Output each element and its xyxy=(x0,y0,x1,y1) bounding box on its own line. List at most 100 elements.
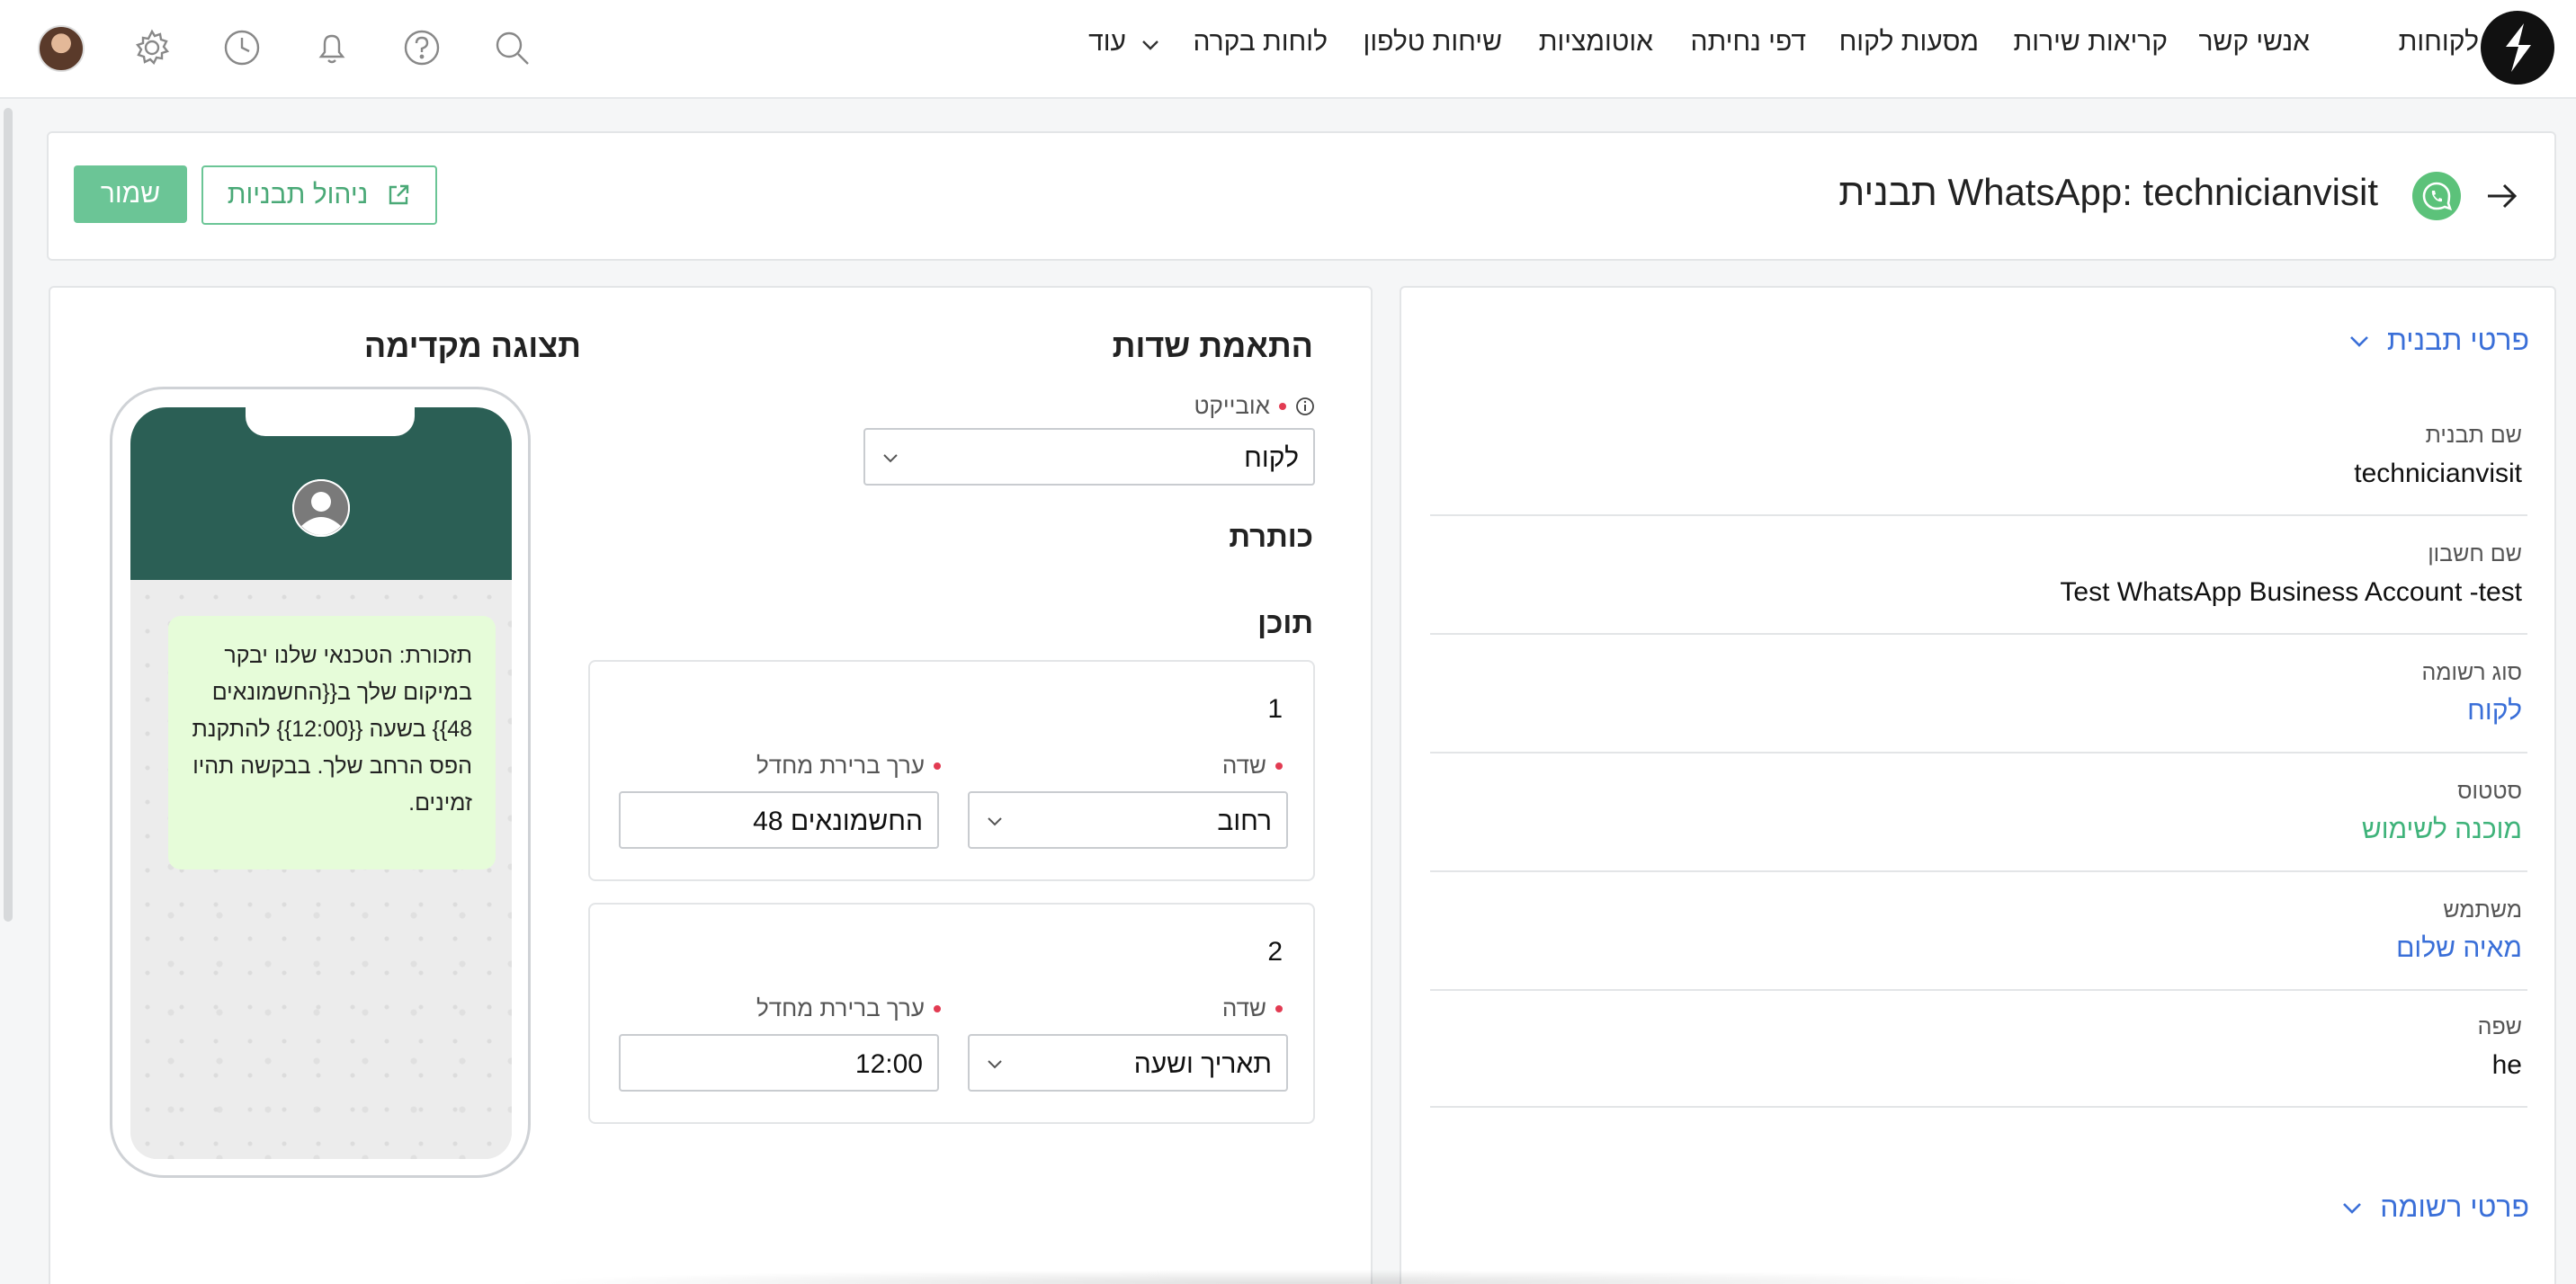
nav-more-label: עוד xyxy=(1088,27,1126,57)
required-dot xyxy=(934,1004,941,1012)
record-type-link[interactable]: לקוח xyxy=(2467,696,2522,727)
bell-icon[interactable] xyxy=(311,27,353,68)
chevron-down-icon xyxy=(988,1060,1002,1069)
required-dot xyxy=(934,762,941,770)
phone-preview: תזכורת: הטכנאי שלנו יבקר במיקום שלך ב{{ה… xyxy=(110,387,531,1178)
variable-default-input[interactable]: 12:00 xyxy=(619,1034,939,1092)
save-button[interactable]: שמור xyxy=(74,165,187,223)
field-value: Test WhatsApp Business Account -test xyxy=(2060,577,2522,607)
field-value: technicianvisit xyxy=(2354,459,2522,488)
field-label: שדה xyxy=(1222,752,1283,780)
variable-card-2: 2 שדה ערך ברירת מחדל תאריך ושעה 12:00 xyxy=(588,903,1315,1124)
field-mapping-title: התאמת שדות xyxy=(1112,327,1313,364)
field-label: שפה xyxy=(2477,1014,2522,1039)
variable-default-input[interactable]: החשמונאים 48 xyxy=(619,791,939,849)
chat-background: תזכורת: הטכנאי שלנו יבקר במיקום שלך ב{{ה… xyxy=(130,580,512,1159)
field-label-text: שדה xyxy=(1221,994,1266,1021)
search-icon[interactable] xyxy=(491,27,532,68)
manage-templates-label: ניהול תבניות xyxy=(227,180,369,210)
field-record-type: סוג רשומה לקוח xyxy=(1430,635,2527,753)
variable-card-1: 1 שדה ערך ברירת מחדל רחוב החשמונאים 48 xyxy=(588,660,1315,881)
logo-icon xyxy=(2506,23,2531,72)
phone-screen: תזכורת: הטכנאי שלנו יבקר במיקום שלך ב{{ה… xyxy=(130,407,512,1159)
nav-item-more[interactable]: עוד xyxy=(1088,27,1160,58)
default-value-label: ערך ברירת מחדל xyxy=(756,752,941,780)
whatsapp-icon xyxy=(2412,172,2461,220)
field-template-name: שם תבנית technicianvisit xyxy=(1430,397,2527,516)
heading-section-label: כותרת xyxy=(1229,520,1313,553)
bottom-shadow xyxy=(504,1270,2087,1284)
section-title-template-details: פרטי תבנית xyxy=(2386,324,2529,356)
field-label: משתמש xyxy=(2443,897,2522,923)
info-icon[interactable] xyxy=(1295,397,1315,416)
nav-item-service-calls[interactable]: קריאות שירות xyxy=(2014,27,2168,58)
nav-item-automations[interactable]: אוטומציות xyxy=(1539,27,1653,58)
template-header: תבנית WhatsApp: technicianvisit ניהול תב… xyxy=(47,131,2556,261)
object-label-text: אובייקט xyxy=(1194,392,1270,419)
gear-icon[interactable] xyxy=(131,27,173,68)
object-select-value: לקוח xyxy=(1244,443,1299,473)
field-label: שם תבנית xyxy=(2425,423,2522,448)
required-dot xyxy=(1279,402,1286,410)
variable-field-value: רחוב xyxy=(1217,807,1272,836)
field-user: משתמש מאיה שלום xyxy=(1430,872,2527,991)
app-logo[interactable] xyxy=(2481,11,2554,85)
record-details-toggle[interactable]: פרטי רשומה xyxy=(2340,1190,2529,1224)
field-label: שם חשבון xyxy=(2428,541,2522,566)
chevron-down-icon xyxy=(883,454,898,463)
chevron-down-icon xyxy=(2343,1202,2362,1214)
message-bubble: תזכורת: הטכנאי שלנו יבקר במיקום שלך ב{{ה… xyxy=(168,616,496,869)
nav-item-customer-journeys[interactable]: מסעות לקוח xyxy=(1839,27,1979,58)
user-link[interactable]: מאיה שלום xyxy=(2396,933,2522,964)
field-language: שפה he xyxy=(1430,989,2527,1108)
chat-header xyxy=(130,407,512,580)
preview-title: תצוגה מקדימה xyxy=(363,327,581,364)
template-details-toggle[interactable]: פרטי תבנית xyxy=(2348,324,2529,357)
variable-number: 2 xyxy=(1267,937,1283,967)
field-label: שדה xyxy=(1222,994,1283,1022)
status-value: מוכנה לשימוש xyxy=(2361,815,2522,844)
variable-default-value: החשמונאים 48 xyxy=(753,807,923,836)
nav-item-contacts[interactable]: אנשי קשר xyxy=(2198,27,2310,58)
chevron-down-icon xyxy=(988,817,1002,826)
default-value-label-text: ערך ברירת מחדל xyxy=(756,752,925,779)
variable-field-value: תאריך ושעה xyxy=(1133,1049,1272,1079)
field-status: סטטוס מוכנה לשימוש xyxy=(1430,753,2527,872)
field-value: he xyxy=(2491,1050,2522,1080)
field-label: סטטוס xyxy=(2457,779,2522,804)
variable-field-select[interactable]: תאריך ושעה xyxy=(968,1034,1288,1092)
object-select[interactable]: לקוח xyxy=(863,428,1315,486)
chevron-down-icon xyxy=(1142,40,1158,50)
field-label: סוג רשומה xyxy=(2421,660,2522,685)
field-mapping-panel: התאמת שדות אובייקט לקוח כותרת תוכן 1 שדה… xyxy=(49,286,1373,1284)
back-arrow-icon[interactable] xyxy=(2484,180,2520,212)
section-title-record-details: פרטי רשומה xyxy=(2380,1190,2529,1223)
manage-templates-button[interactable]: ניהול תבניות xyxy=(201,165,437,225)
default-value-label: ערך ברירת מחדל xyxy=(756,994,941,1022)
contact-avatar-icon xyxy=(292,479,350,537)
page-scrollbar[interactable] xyxy=(4,108,13,922)
variable-number: 1 xyxy=(1267,694,1283,724)
clock-icon[interactable] xyxy=(221,27,263,68)
template-details-panel: פרטי תבנית שם תבנית technicianvisit שם ח… xyxy=(1400,286,2556,1284)
nav-item-landing-pages[interactable]: דפי נחיתה xyxy=(1690,27,1806,58)
help-icon[interactable] xyxy=(401,27,443,68)
required-dot xyxy=(1275,762,1283,770)
field-account-name: שם חשבון Test WhatsApp Business Account … xyxy=(1430,516,2527,635)
nav-item-phone-calls[interactable]: שיחות טלפון xyxy=(1364,27,1502,58)
required-dot xyxy=(1275,1004,1283,1012)
nav-item-customers[interactable]: לקוחות xyxy=(2399,27,2479,58)
object-label: אובייקט xyxy=(1194,392,1315,420)
page-title: תבנית WhatsApp: technicianvisit xyxy=(1838,171,2378,213)
top-navigation-bar: לקוחות אנשי קשר קריאות שירות מסעות לקוח … xyxy=(0,0,2576,99)
variable-field-select[interactable]: רחוב xyxy=(968,791,1288,849)
field-label-text: שדה xyxy=(1221,752,1266,779)
default-value-label-text: ערך ברירת מחדל xyxy=(756,994,925,1021)
phone-notch xyxy=(246,407,415,436)
content-section-label: תוכן xyxy=(1257,606,1313,639)
chevron-down-icon xyxy=(2349,335,2368,347)
external-link-icon xyxy=(389,184,409,205)
variable-default-value: 12:00 xyxy=(854,1049,923,1079)
user-avatar[interactable] xyxy=(38,25,85,72)
nav-item-dashboards[interactable]: לוחות בקרה xyxy=(1194,27,1328,58)
